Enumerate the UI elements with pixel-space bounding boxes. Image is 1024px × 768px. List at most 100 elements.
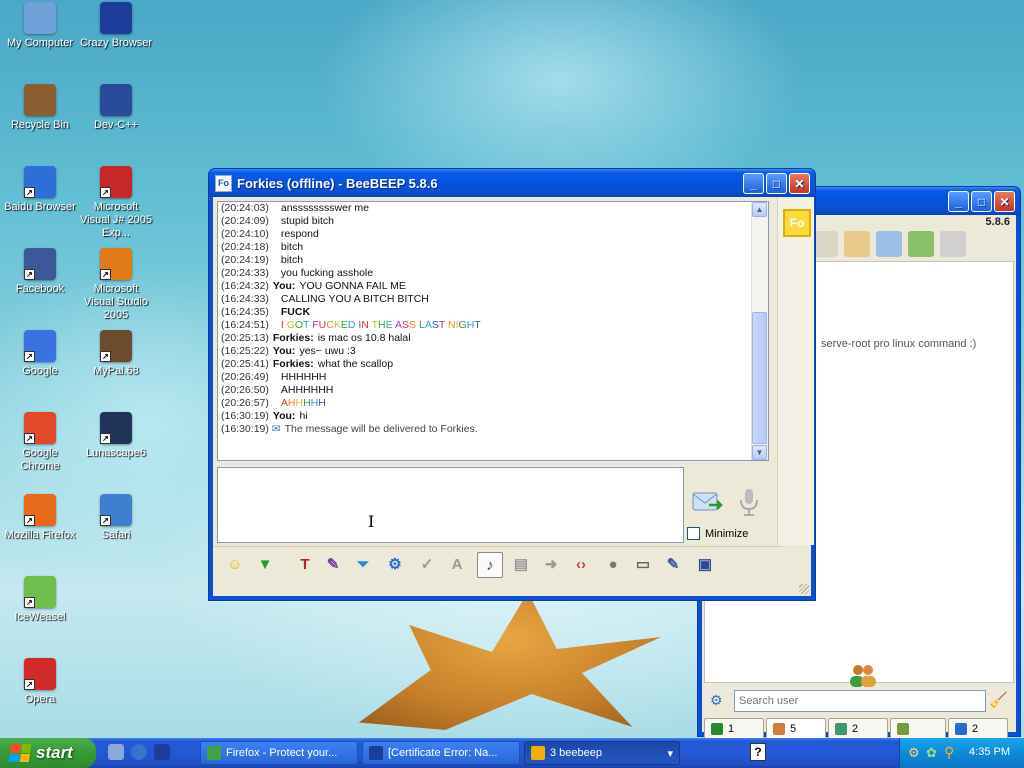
- settings-gear-icon[interactable]: ⚙: [383, 552, 407, 576]
- microphone-icon[interactable]: [737, 487, 761, 517]
- close-button[interactable]: ✕: [789, 173, 810, 194]
- files-icon: [955, 723, 967, 735]
- tray-search-icon[interactable]: ⚲: [944, 744, 954, 761]
- desktop-icon[interactable]: ↗ Mozilla Firefox: [2, 494, 78, 542]
- edit-status-icon[interactable]: [844, 231, 870, 257]
- desktop-icon[interactable]: ↗ Google: [2, 330, 78, 378]
- emoticon-icon[interactable]: ☺: [223, 552, 247, 576]
- shortcut-arrow-icon: ↗: [24, 269, 35, 280]
- minimize-button[interactable]: _: [948, 191, 969, 212]
- maximize-button[interactable]: □: [971, 191, 992, 212]
- record-icon[interactable]: ●: [601, 552, 625, 576]
- desktop-icon[interactable]: ↗ Google Chrome: [2, 412, 78, 473]
- desktop-icon-label: Baidu Browser: [4, 201, 76, 213]
- desktop-icon[interactable]: ↗ Microsoft Visual Studio 2005: [78, 248, 154, 322]
- desktop-icon[interactable]: ↗ Lunascape6: [78, 412, 154, 460]
- taskbar-button[interactable]: [Certificate Error: Na...: [362, 741, 520, 765]
- floppy-save-icon[interactable]: ▣: [693, 552, 717, 576]
- minimize-checkbox[interactable]: Minimize: [687, 527, 748, 540]
- scroll-up-arrow[interactable]: ▲: [752, 202, 767, 217]
- chat-message: (20:24:33) you fucking asshole: [221, 267, 481, 280]
- firefox-icon: ↗: [24, 494, 56, 526]
- desktop-icon[interactable]: Recycle Bin: [2, 84, 78, 132]
- update-icon[interactable]: [908, 231, 934, 257]
- resize-grip[interactable]: [799, 584, 809, 594]
- show-desktop-icon[interactable]: [108, 744, 124, 760]
- trash-icon[interactable]: [940, 231, 966, 257]
- font-icon[interactable]: T: [293, 552, 317, 576]
- message-timestamp: (20:26:49): [221, 371, 269, 383]
- clear-search-icon[interactable]: 🧹: [989, 691, 1008, 709]
- message-input[interactable]: I: [217, 467, 684, 543]
- message-sender: You:: [272, 410, 296, 422]
- tools-icon[interactable]: [876, 231, 902, 257]
- visual-studio-icon: ↗: [100, 248, 132, 280]
- tab-chat-list[interactable]: 1: [704, 718, 764, 740]
- emoticon-menu-icon[interactable]: ▼: [253, 552, 277, 576]
- desktop-icon[interactable]: ↗ Microsoft Visual J# 2005 Exp...: [78, 166, 154, 240]
- baidu-icon: ↗: [24, 166, 56, 198]
- chat-scrollbar[interactable]: ▲ ▼: [751, 202, 768, 460]
- minimize-button[interactable]: _: [743, 173, 764, 194]
- chat-message: (20:24:09) stupid bitch: [221, 215, 481, 228]
- chat-bubbles-icon: [835, 723, 847, 735]
- chat-window[interactable]: Fo Forkies (offline) - BeeBEEP 5.8.6 _ □…: [208, 168, 816, 601]
- desktop-icon[interactable]: ↗ MyPal.68: [78, 330, 154, 378]
- desktop-icon[interactable]: ↗ Baidu Browser: [2, 166, 78, 214]
- search-options-icon[interactable]: ⚙: [710, 692, 723, 709]
- tab-count: 1: [728, 723, 735, 735]
- message-sender: You:: [272, 280, 296, 292]
- music-note-icon[interactable]: ♪: [477, 552, 503, 578]
- group-dropdown-icon: ▾: [667, 747, 673, 760]
- save-chat-icon[interactable]: ✎: [661, 552, 685, 576]
- chat-message: (20:26:57) AHHHHH: [221, 397, 481, 410]
- tab-count: 2: [852, 723, 859, 735]
- screenshot-icon[interactable]: ▭: [631, 552, 655, 576]
- message-timestamp: (20:24:19): [221, 254, 269, 266]
- chat-window-titlebar[interactable]: Fo Forkies (offline) - BeeBEEP 5.8.6 _ □…: [209, 169, 815, 197]
- desktop-icon[interactable]: ↗ Opera: [2, 658, 78, 706]
- tray-network-icon[interactable]: ⚙: [908, 745, 920, 761]
- document-icon[interactable]: ▤: [509, 552, 533, 576]
- filter-icon[interactable]: ⏷: [351, 552, 375, 576]
- spellcheck-icon[interactable]: ✓: [415, 552, 439, 576]
- scroll-down-arrow[interactable]: ▼: [752, 445, 767, 460]
- chat-message: (16:24:32) You: YOU GONNA FAIL ME: [221, 280, 481, 293]
- maximize-button[interactable]: □: [766, 173, 787, 194]
- desktop-icon[interactable]: My Computer: [2, 2, 78, 50]
- tab-files[interactable]: 2: [948, 718, 1008, 740]
- chat-log[interactable]: (20:24:03) ansssssssswer me (20:24:09) stup…: [217, 201, 769, 461]
- help-icon[interactable]: ?: [750, 743, 766, 761]
- desktop-icon[interactable]: ↗ Safari: [78, 494, 154, 542]
- status-message: serve-root pro linux command :): [821, 338, 977, 350]
- dictionary-icon[interactable]: A: [445, 552, 469, 576]
- message-sender: Forkies:: [272, 332, 314, 344]
- checkbox-box[interactable]: [687, 527, 700, 540]
- taskbar-button[interactable]: Firefox - Protect your...: [200, 741, 358, 765]
- close-button[interactable]: ✕: [994, 191, 1015, 212]
- html-icon[interactable]: ‹›: [569, 552, 593, 576]
- desktop-icon[interactable]: Crazy Browser: [78, 2, 154, 50]
- message-timestamp: (16:24:33): [221, 293, 269, 305]
- contact-avatar[interactable]: Fo: [783, 209, 811, 237]
- crazy-browser-quicklaunch-icon[interactable]: [154, 744, 170, 760]
- scroll-thumb[interactable]: [752, 312, 767, 444]
- tab-chat-bubbles[interactable]: 2: [828, 718, 888, 740]
- desktop-icon[interactable]: Dev-C++: [78, 84, 154, 132]
- send-message-icon[interactable]: [691, 489, 723, 515]
- desktop-icon-label: Google Chrome: [20, 447, 60, 472]
- baidu-quicklaunch-icon[interactable]: [131, 744, 147, 760]
- shortcut-arrow-icon: ↗: [24, 187, 35, 198]
- file-send-icon[interactable]: ➜: [539, 552, 563, 576]
- search-user-input[interactable]: [734, 690, 986, 712]
- message-text: CALLING YOU A BITCH BITCH: [280, 293, 429, 305]
- desktop-icon[interactable]: ↗ IceWeasel: [2, 576, 78, 624]
- desktop-icon[interactable]: ↗ Facebook: [2, 248, 78, 296]
- tray-beebeep-icon[interactable]: ✿: [926, 745, 937, 761]
- taskbar-button[interactable]: 3 beebeep ▾: [524, 741, 680, 765]
- font-color-icon[interactable]: ✎: [321, 552, 345, 576]
- message-timestamp: (16:24:32): [221, 280, 269, 292]
- start-button[interactable]: start: [0, 738, 96, 768]
- desktop-icon-label: Lunascape6: [86, 447, 146, 459]
- tab-groups[interactable]: [890, 718, 946, 740]
